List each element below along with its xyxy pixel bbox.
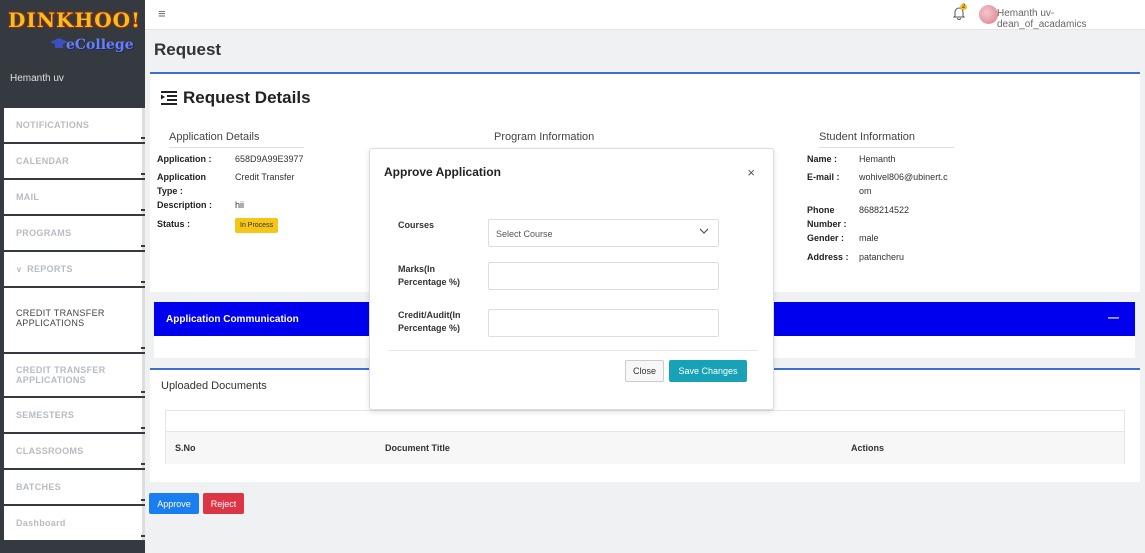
sidebar-item-label: MAIL bbox=[16, 192, 40, 202]
application-id-label: Application : bbox=[157, 154, 212, 164]
topbar: ≡ 2 Hemanth uv- dean_of_acadamics bbox=[145, 0, 1145, 30]
student-information-heading: Student Information bbox=[819, 131, 954, 148]
modal-title: Approve Application bbox=[384, 165, 501, 179]
sidebar-item-label: CLASSROOMS bbox=[16, 446, 84, 456]
sidebar-item-credit-transfer-active[interactable]: CREDIT TRANSFER APPLICATIONS bbox=[4, 288, 145, 352]
name-value: Hemanth bbox=[859, 154, 896, 164]
approve-button[interactable]: Approve bbox=[149, 493, 199, 514]
course-select-value: Select Course bbox=[496, 229, 553, 239]
indent-list-icon bbox=[161, 91, 177, 105]
documents-table: S.No Document Title Actions bbox=[165, 410, 1125, 464]
sidebar-item-label: CALENDAR bbox=[16, 156, 69, 166]
modal-divider bbox=[388, 350, 758, 351]
uploaded-documents-title: Uploaded Documents bbox=[161, 380, 267, 392]
sidebar-item-label: NOTIFICATIONS bbox=[16, 120, 90, 130]
sidebar-menu: NOTIFICATIONS CALENDAR MAIL PROGRAMS ∨ RE… bbox=[4, 108, 145, 542]
credit-label-line-1: Credit/Audit(In bbox=[398, 310, 461, 320]
application-type-label-2: Type : bbox=[157, 186, 183, 196]
request-details-heading: Request Details bbox=[183, 88, 311, 107]
sidebar-item-mail[interactable]: MAIL bbox=[4, 180, 145, 214]
brand-logo[interactable]: DINKHOO! eCollege bbox=[8, 8, 141, 58]
sidebar-item-label: PROGRAMS bbox=[16, 228, 72, 238]
sidebar-item-label: BATCHES bbox=[16, 482, 61, 492]
application-details-heading: Application Details bbox=[169, 131, 304, 148]
email-value-wrap: om bbox=[859, 186, 872, 196]
sidebar-item-classrooms[interactable]: CLASSROOMS bbox=[4, 434, 145, 468]
courses-label: Courses bbox=[398, 220, 435, 230]
address-value: patancheru bbox=[859, 252, 905, 262]
course-select[interactable]: Select Course bbox=[488, 219, 719, 247]
sidebar-item-reports[interactable]: ∨ REPORTS bbox=[4, 252, 145, 286]
page-title: Request bbox=[154, 40, 222, 59]
sidebar-item-calendar[interactable]: CALENDAR bbox=[4, 144, 145, 178]
sidebar-item-label: CREDIT TRANSFER APPLICATIONS bbox=[16, 365, 106, 385]
chevron-down-icon bbox=[700, 228, 708, 234]
column-header-actions: Actions bbox=[851, 443, 885, 453]
application-type-value: Credit Transfer bbox=[235, 172, 295, 182]
approve-application-modal: Approve Application × Courses Select Cou… bbox=[369, 148, 774, 410]
sidebar-item-label: Dashboard bbox=[16, 518, 66, 528]
chevron-down-icon: ∨ bbox=[16, 264, 23, 274]
hamburger-icon[interactable]: ≡ bbox=[158, 6, 166, 21]
column-header-sno: S.No bbox=[175, 443, 196, 453]
application-type-label: Application bbox=[157, 172, 206, 182]
column-header-document-title: Document Title bbox=[385, 443, 450, 453]
sidebar-item-credit-transfer[interactable]: CREDIT TRANSFER APPLICATIONS bbox=[4, 354, 145, 396]
sidebar-item-programs[interactable]: PROGRAMS bbox=[4, 216, 145, 250]
gender-value: male bbox=[859, 233, 879, 243]
request-details-title: Request Details bbox=[161, 88, 311, 108]
marks-input[interactable] bbox=[488, 262, 719, 290]
marks-label: Marks(In Percentage %) bbox=[398, 263, 460, 289]
marks-label-line-1: Marks(In bbox=[398, 264, 436, 274]
sidebar-item-notifications[interactable]: NOTIFICATIONS bbox=[4, 108, 145, 142]
description-value: hii bbox=[235, 200, 245, 210]
table-header-row: S.No Document Title Actions bbox=[166, 431, 1124, 464]
marks-label-line-2: Percentage %) bbox=[398, 277, 461, 287]
status-badge: In Process bbox=[235, 218, 279, 233]
credit-audit-label: Credit/Audit(In Percentage %) bbox=[398, 309, 461, 335]
email-value: wohivel806@ubinert.c bbox=[859, 172, 948, 182]
sidebar-item-batches[interactable]: BATCHES bbox=[4, 470, 145, 504]
sidebar-item-label: REPORTS bbox=[27, 264, 73, 274]
communication-title: Application Communication bbox=[166, 313, 299, 325]
sidebar-item-dashboard[interactable]: Dashboard bbox=[4, 506, 145, 540]
description-label: Description : bbox=[157, 200, 213, 210]
close-button[interactable]: Close bbox=[625, 360, 664, 382]
status-label: Status : bbox=[157, 219, 191, 229]
topbar-user[interactable]: Hemanth uv- dean_of_acadamics bbox=[997, 8, 1145, 30]
avatar[interactable] bbox=[979, 5, 998, 24]
brand-sub: eCollege bbox=[66, 37, 134, 53]
brand-name: DINKHOO! bbox=[8, 8, 141, 32]
sidebar-item-label: SEMESTERS bbox=[16, 410, 75, 420]
notification-badge: 2 bbox=[960, 4, 968, 10]
save-changes-button[interactable]: Save Changes bbox=[669, 360, 747, 382]
credit-label-line-2: Percentage %) bbox=[398, 323, 461, 333]
sidebar-item-semesters[interactable]: SEMESTERS bbox=[4, 398, 145, 432]
sidebar: DINKHOO! eCollege Hemanth uv NOTIFICATIO… bbox=[0, 0, 145, 553]
phone-label-2: Number : bbox=[807, 219, 847, 229]
reject-button[interactable]: Reject bbox=[203, 493, 244, 514]
phone-value: 8688214522 bbox=[859, 205, 910, 215]
application-id-value: 658D9A99E3977 bbox=[235, 154, 304, 164]
credit-audit-input[interactable] bbox=[488, 309, 719, 337]
sidebar-item-label: CREDIT TRANSFER APPLICATIONS bbox=[16, 308, 105, 328]
program-information-heading: Program Information bbox=[494, 131, 595, 143]
sidebar-user-name: Hemanth uv bbox=[10, 73, 64, 84]
close-icon[interactable]: × bbox=[747, 165, 755, 180]
minimize-icon[interactable]: — bbox=[1108, 312, 1119, 324]
